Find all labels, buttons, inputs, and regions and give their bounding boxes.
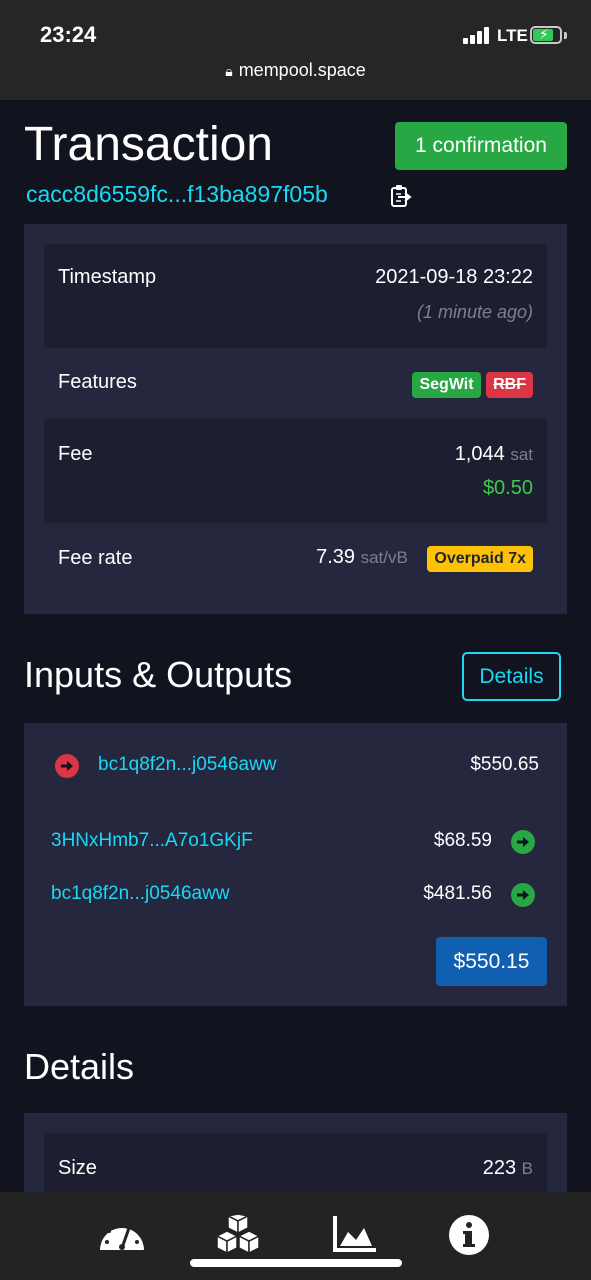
- rbf-badge: RBF: [486, 372, 533, 398]
- overpaid-badge: Overpaid 7x: [427, 546, 533, 572]
- fee-fiat: $0.50: [482, 477, 533, 499]
- output-arrow-icon[interactable]: [511, 830, 535, 854]
- size-number: 223: [482, 1157, 517, 1179]
- size-label: Size: [58, 1157, 97, 1179]
- output-address-1[interactable]: 3HNxHmb7...A7o1GKjF: [51, 830, 253, 852]
- input-arrow-icon[interactable]: [55, 754, 79, 778]
- total-amount-button[interactable]: $550.15: [436, 937, 547, 986]
- output-amount-1: $68.59: [433, 830, 492, 851]
- features-label: Features: [58, 371, 137, 393]
- dashboard-gauge-icon[interactable]: [97, 1214, 147, 1254]
- fee-row: Fee 1,044 sat $0.50: [44, 419, 547, 523]
- url-text: mempool.space: [238, 60, 366, 80]
- battery-icon: ⚡: [530, 26, 562, 44]
- details-title: Details: [24, 1046, 135, 1087]
- confirmation-badge: 1 confirmation: [395, 122, 567, 170]
- fee-rate-number: 7.39: [316, 546, 356, 568]
- graphs-chart-icon[interactable]: [332, 1214, 378, 1254]
- input-amount: $550.65: [470, 754, 539, 775]
- output-arrow-icon[interactable]: [511, 883, 535, 907]
- timestamp-relative: (1 minute ago): [416, 302, 533, 322]
- inputs-outputs-card: bc1q8f2n...j0546aww $550.65 3HNxHmb7...A…: [24, 723, 567, 1006]
- output-address-2[interactable]: bc1q8f2n...j0546aww: [51, 883, 230, 905]
- lock-icon: 🔒︎: [225, 63, 233, 79]
- clipboard-copy-icon[interactable]: [390, 184, 412, 208]
- fee-rate-unit: sat/vB: [360, 548, 408, 567]
- fee-amount: 1,044: [454, 443, 505, 465]
- signal-icon: [463, 26, 493, 44]
- feature-badges: SegWit RBF: [412, 372, 533, 398]
- home-indicator: [190, 1259, 402, 1267]
- url-bar[interactable]: 🔒︎ mempool.space: [0, 60, 591, 81]
- timestamp-value: 2021-09-18 23:22: [375, 266, 533, 288]
- txid-link[interactable]: cacc8d6559fc...f13ba897f05b: [26, 181, 328, 208]
- input-address[interactable]: bc1q8f2n...j0546aww: [98, 754, 277, 776]
- blocks-icon[interactable]: [215, 1214, 261, 1256]
- fee-rate-value: 7.39 sat/vB Overpaid 7x: [316, 546, 533, 572]
- size-unit: B: [521, 1159, 533, 1178]
- segwit-badge: SegWit: [412, 372, 481, 398]
- info-icon[interactable]: [448, 1214, 490, 1256]
- details-button[interactable]: Details: [462, 652, 561, 701]
- fee-rate-label: Fee rate: [58, 547, 133, 569]
- output-amount-2: $481.56: [423, 883, 492, 904]
- size-value: 223 B: [483, 1157, 533, 1180]
- fee-label: Fee: [58, 443, 93, 465]
- status-bar: 23:24 LTE ⚡ 🔒︎ mempool.space: [0, 0, 591, 100]
- page-title: Transaction: [24, 118, 273, 171]
- inputs-outputs-title: Inputs & Outputs: [24, 654, 293, 695]
- timestamp-row: Timestamp 2021-09-18 23:22 (1 minute ago…: [44, 244, 547, 348]
- battery-tip: [564, 32, 567, 39]
- timestamp-label: Timestamp: [58, 266, 157, 288]
- network-type: LTE: [497, 26, 528, 45]
- status-time: 23:24: [40, 22, 97, 47]
- transaction-summary-card: Timestamp 2021-09-18 23:22 (1 minute ago…: [24, 224, 567, 614]
- fee-unit: sat: [510, 445, 533, 464]
- fee-value: 1,044 sat: [455, 443, 533, 466]
